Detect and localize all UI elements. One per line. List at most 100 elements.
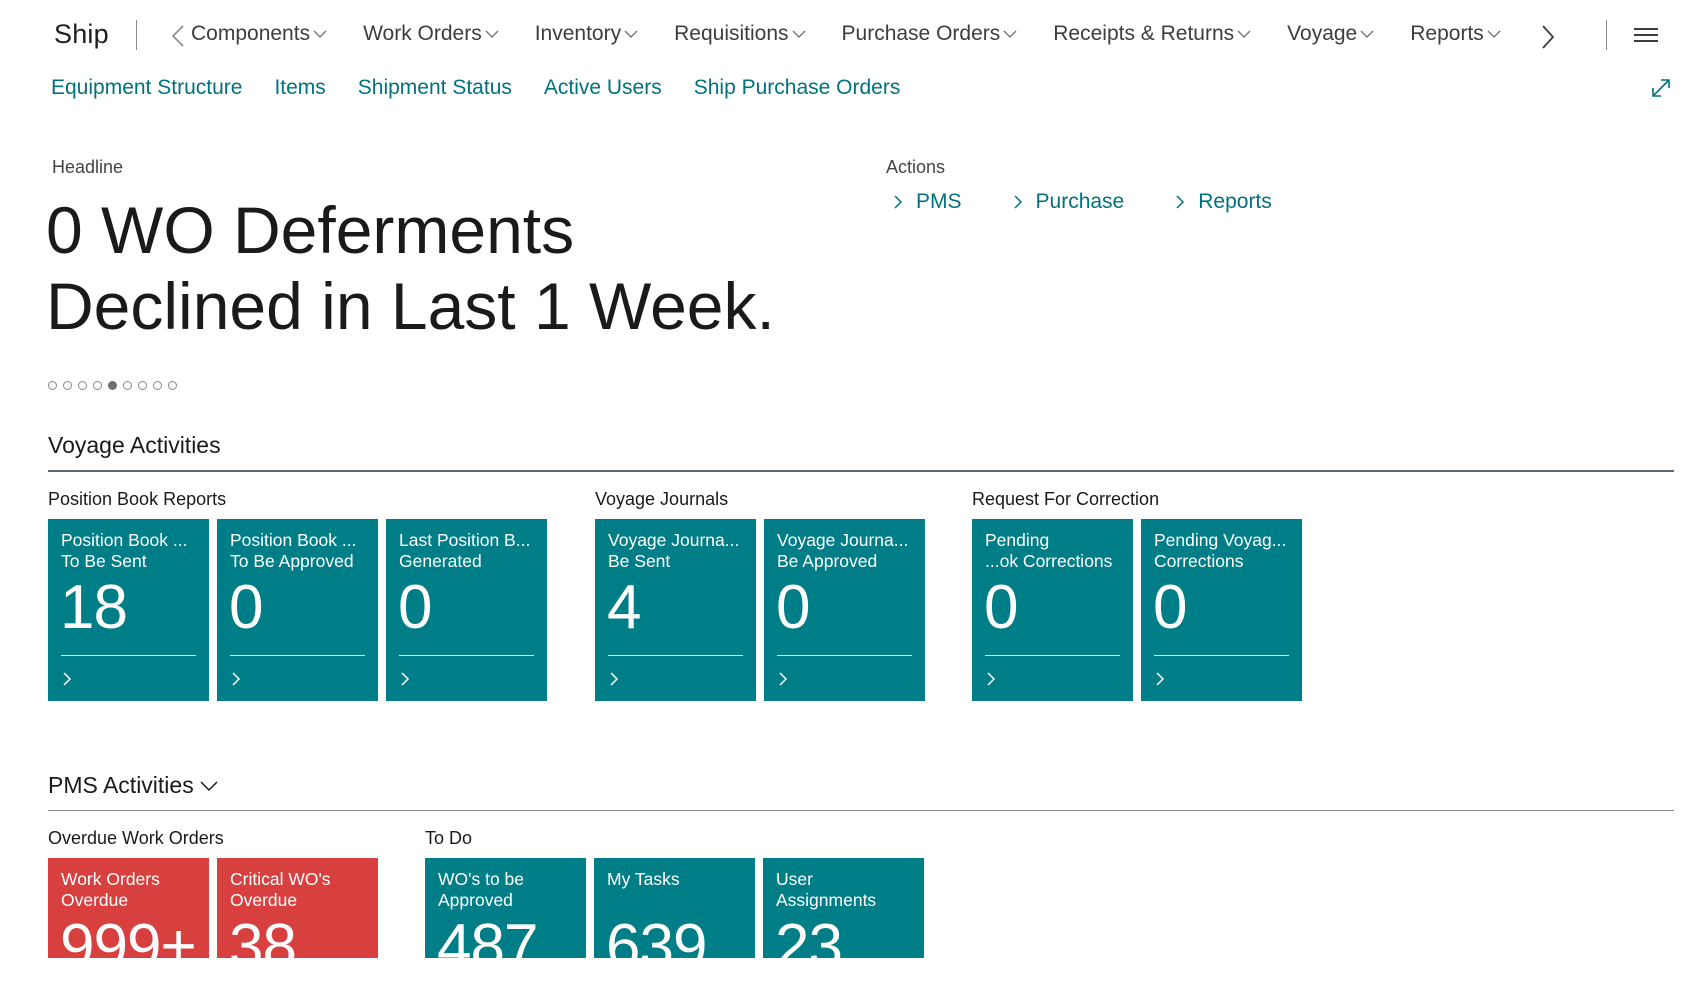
chevron-down-icon [485,30,499,38]
tile-label: Work Orders Overdue [61,869,203,911]
tile-label-line: Overdue [61,890,129,910]
chevron-down-icon [1487,30,1501,38]
nav-item-purchase-orders[interactable]: Purchase Orders [842,22,1018,46]
tile-label-line: Pending [985,530,1050,550]
chevron-right-icon[interactable] [986,671,996,687]
nav-item-work-orders[interactable]: Work Orders [363,22,499,46]
tile-label: Pending ...ok Corrections [985,530,1127,572]
tile-label-line: Critical WO's [230,869,331,889]
chevron-right-icon[interactable] [1155,671,1165,687]
tile-label: Pending Voyag... Corrections [1154,530,1296,572]
pager-dot[interactable] [63,381,72,390]
headline-text: 0 WO Deferments Declined in Last 1 Week. [46,193,775,343]
group-title-position-book-reports: Position Book Reports [48,489,227,509]
action-label: Reports [1198,190,1272,213]
chevron-right-icon[interactable] [231,671,241,687]
pager-dot[interactable] [123,381,132,390]
nav-item-inventory[interactable]: Inventory [535,22,638,46]
hamburger-menu-icon[interactable] [1634,28,1658,46]
expand-icon[interactable] [1650,77,1672,99]
pager-dot[interactable] [138,381,147,390]
tile-value: 999+ [60,912,197,981]
nav-item-reports[interactable]: Reports [1410,22,1501,46]
subnav-link-items[interactable]: Items [274,76,325,100]
action-reports[interactable]: Reports [1174,190,1272,214]
headline-pager[interactable] [48,381,183,390]
tile-value: 0 [776,573,810,642]
nav-item-components[interactable]: Components [191,22,327,46]
chevron-right-icon[interactable] [609,671,619,687]
tile-label-line: Approved [438,890,513,910]
tile-label-line: Voyage Journa... [608,530,740,550]
headline-caption: Headline [52,157,124,177]
chevron-right-icon[interactable] [778,671,788,687]
action-purchase[interactable]: Purchase [1012,190,1125,214]
subnav-link-equipment-structure[interactable]: Equipment Structure [51,76,242,100]
kpi-tile[interactable]: User Assignments 23 [763,858,924,981]
action-label: Purchase [1035,190,1125,213]
nav-item-receipts-returns[interactable]: Receipts & Returns [1053,22,1251,46]
pager-dot[interactable] [48,381,57,390]
tile-label-line: Work Orders [61,869,160,889]
kpi-tile[interactable]: Pending ...ok Corrections 0 [972,519,1133,701]
tile-label-line: Assignments [776,890,877,910]
nav-item-label: Voyage [1287,22,1358,45]
tile-label-line: Corrections [1154,551,1244,571]
section-title-label: PMS Activities [48,772,194,798]
chevron-right-icon [1013,195,1022,209]
kpi-tile[interactable]: WO's to be Approved 487 [425,858,586,981]
scroll-right-icon[interactable] [1540,24,1556,50]
actions-list: PMS Purchase Reports [892,190,1322,214]
section-title-pms-activities[interactable]: PMS Activities [48,772,218,799]
chevron-right-icon[interactable] [400,671,410,687]
tile-divider [608,655,743,656]
kpi-tile[interactable]: Voyage Journa... Be Sent 4 [595,519,756,701]
tile-value: 639 [606,912,707,981]
top-navigation: Ship Components Work Orders Inventory Re… [0,0,1702,74]
pager-dot[interactable] [168,381,177,390]
kpi-tile[interactable]: Last Position B... Generated 0 [386,519,547,701]
action-pms[interactable]: PMS [892,190,962,214]
nav-item-label: Purchase Orders [841,22,1001,45]
chevron-down-icon [200,780,218,791]
kpi-tile[interactable]: My Tasks 639 [594,858,755,981]
kpi-tile[interactable]: Position Book ... To Be Sent 18 [48,519,209,701]
pager-dot[interactable] [153,381,162,390]
subnav-link-active-users[interactable]: Active Users [544,76,662,100]
nav-divider [1606,20,1607,50]
app-title[interactable]: Ship [54,19,109,50]
chevron-right-icon [894,195,903,209]
tile-label-line: My Tasks [607,869,680,889]
tile-label: Voyage Journa... Be Approved [777,530,919,572]
pager-dot[interactable] [108,381,117,390]
tile-value: 38 [229,912,297,981]
nav-item-label: Components [191,22,311,45]
kpi-tile[interactable]: Work Orders Overdue 999+ [48,858,209,981]
tile-label: WO's to be Approved [438,869,580,911]
tile-label-line: User [776,869,813,889]
kpi-tile[interactable]: Critical WO's Overdue 38 [217,858,378,981]
pager-dot[interactable] [78,381,87,390]
nav-divider [136,20,137,50]
chevron-right-icon[interactable] [62,671,72,687]
pager-dot[interactable] [93,381,102,390]
sub-navigation: Equipment Structure Items Shipment Statu… [51,76,932,100]
tile-label-line: Overdue [230,890,298,910]
group-title-to-do: To Do [425,828,473,848]
kpi-tile[interactable]: Pending Voyag... Corrections 0 [1141,519,1302,701]
scroll-left-icon[interactable] [170,24,186,48]
kpi-tile[interactable]: Position Book ... To Be Approved 0 [217,519,378,701]
tile-value: 18 [60,573,128,642]
subnav-link-shipment-status[interactable]: Shipment Status [358,76,512,100]
section-title-label: Voyage Activities [48,432,221,458]
nav-item-requisitions[interactable]: Requisitions [674,22,805,46]
tile-label: Critical WO's Overdue [230,869,372,911]
tile-divider [1154,655,1289,656]
tile-label-line: Be Approved [777,551,878,571]
tile-label-line: To Be Approved [230,551,354,571]
nav-item-voyage[interactable]: Voyage [1287,22,1374,46]
subnav-link-ship-purchase-orders[interactable]: Ship Purchase Orders [694,76,901,100]
nav-item-label: Requisitions [674,22,789,45]
tile-divider [61,655,196,656]
kpi-tile[interactable]: Voyage Journa... Be Approved 0 [764,519,925,701]
